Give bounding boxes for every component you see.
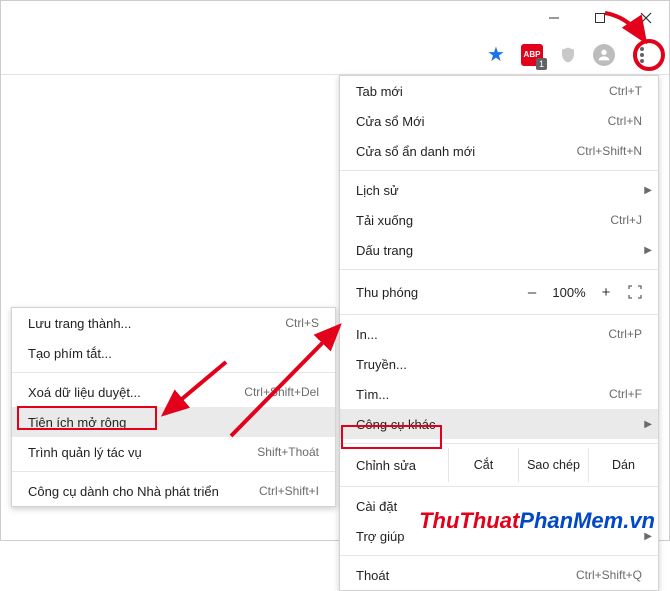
submenu-save-page[interactable]: Lưu trang thành... Ctrl+S xyxy=(12,308,335,338)
label: Cài đặt xyxy=(356,499,397,514)
label: Lịch sử xyxy=(356,183,399,198)
submenu-task-manager[interactable]: Trình quản lý tác vụ Shift+Thoát xyxy=(12,437,335,467)
label: Xoá dữ liệu duyệt... xyxy=(28,385,141,400)
label: In... xyxy=(356,327,378,342)
menu-downloads[interactable]: Tải xuống Ctrl+J xyxy=(340,205,658,235)
separator xyxy=(12,471,335,472)
close-button[interactable] xyxy=(623,1,669,35)
shortcut: Ctrl+S xyxy=(285,316,319,330)
privacy-shield-icon[interactable] xyxy=(557,44,579,66)
separator xyxy=(12,372,335,373)
paste-button[interactable]: Dán xyxy=(588,448,658,482)
zoom-label: Thu phóng xyxy=(356,285,518,300)
shortcut: Ctrl+N xyxy=(608,114,642,128)
menu-more-tools[interactable]: Công cụ khác ▶ xyxy=(340,409,658,439)
label: Tìm... xyxy=(356,387,389,402)
menu-edit-row: Chỉnh sửa Cắt Sao chép Dán xyxy=(340,448,658,482)
zoom-value: 100% xyxy=(546,285,592,300)
zoom-in-button[interactable]: + xyxy=(592,284,620,301)
shortcut: Ctrl+J xyxy=(610,213,642,227)
label: Tiện ích mở rộng xyxy=(28,415,126,430)
watermark-part1: ThuThuat xyxy=(419,508,519,533)
copy-button[interactable]: Sao chép xyxy=(518,448,588,482)
menu-new-window[interactable]: Cửa sổ Mới Ctrl+N xyxy=(340,106,658,136)
shortcut: Ctrl+Shift+N xyxy=(577,144,642,158)
fullscreen-icon[interactable] xyxy=(620,285,650,299)
menu-exit[interactable]: Thoát Ctrl+Shift+Q xyxy=(340,560,658,590)
separator xyxy=(340,555,658,556)
bookmark-star-icon[interactable]: ★ xyxy=(485,44,507,66)
submenu-extensions[interactable]: Tiện ích mở rộng xyxy=(12,407,335,437)
menu-bookmarks[interactable]: Dấu trang ▶ xyxy=(340,235,658,265)
window-titlebar xyxy=(1,1,669,35)
minimize-button[interactable] xyxy=(531,1,577,35)
cut-button[interactable]: Cắt xyxy=(448,448,518,482)
abp-extension-icon[interactable]: ABP 1 xyxy=(521,44,543,66)
label: Trình quản lý tác vụ xyxy=(28,445,142,460)
chevron-right-icon: ▶ xyxy=(644,185,652,196)
separator xyxy=(340,443,658,444)
shortcut: Ctrl+P xyxy=(608,327,642,341)
more-tools-submenu: Lưu trang thành... Ctrl+S Tạo phím tắt..… xyxy=(11,307,336,507)
label: Trợ giúp xyxy=(356,529,405,544)
label: Cửa sổ Mới xyxy=(356,114,425,129)
menu-history[interactable]: Lịch sử ▶ xyxy=(340,175,658,205)
label: Truyền... xyxy=(356,357,407,372)
menu-cast[interactable]: Truyền... xyxy=(340,349,658,379)
separator xyxy=(340,314,658,315)
kebab-menu-button[interactable] xyxy=(629,42,655,68)
label: Tab mới xyxy=(356,84,403,99)
chevron-right-icon: ▶ xyxy=(644,419,652,430)
shortcut: Ctrl+Shift+I xyxy=(259,484,319,498)
submenu-dev-tools[interactable]: Công cụ dành cho Nhà phát triển Ctrl+Shi… xyxy=(12,476,335,506)
label: Thoát xyxy=(356,568,389,583)
label: Cửa sổ ẩn danh mới xyxy=(356,144,475,159)
maximize-button[interactable] xyxy=(577,1,623,35)
abp-badge: 1 xyxy=(536,58,547,70)
chevron-right-icon: ▶ xyxy=(644,245,652,256)
shortcut: Shift+Thoát xyxy=(257,445,319,459)
profile-avatar-icon[interactable] xyxy=(593,44,615,66)
label: Lưu trang thành... xyxy=(28,316,131,331)
label: Dấu trang xyxy=(356,243,413,258)
menu-incognito[interactable]: Cửa sổ ẩn danh mới Ctrl+Shift+N xyxy=(340,136,658,166)
separator xyxy=(340,269,658,270)
submenu-create-shortcut[interactable]: Tạo phím tắt... xyxy=(12,338,335,368)
menu-print[interactable]: In... Ctrl+P xyxy=(340,319,658,349)
label: Tạo phím tắt... xyxy=(28,346,112,361)
browser-toolbar: ★ ABP 1 xyxy=(1,35,669,75)
submenu-clear-data[interactable]: Xoá dữ liệu duyệt... Ctrl+Shift+Del xyxy=(12,377,335,407)
label: Tải xuống xyxy=(356,213,413,228)
label: Công cụ khác xyxy=(356,417,436,432)
shortcut: Ctrl+T xyxy=(609,84,642,98)
menu-find[interactable]: Tìm... Ctrl+F xyxy=(340,379,658,409)
watermark-part2: PhanMem.vn xyxy=(519,508,655,533)
menu-zoom-row: Thu phóng – 100% + xyxy=(340,274,658,310)
edit-label: Chỉnh sửa xyxy=(340,458,448,473)
zoom-out-button[interactable]: – xyxy=(518,284,546,301)
shortcut: Ctrl+Shift+Del xyxy=(244,385,319,399)
separator xyxy=(340,486,658,487)
shortcut: Ctrl+F xyxy=(609,387,642,401)
separator xyxy=(340,170,658,171)
shortcut: Ctrl+Shift+Q xyxy=(576,568,642,582)
watermark: ThuThuatPhanMem.vn xyxy=(419,508,655,534)
menu-new-tab[interactable]: Tab mới Ctrl+T xyxy=(340,76,658,106)
label: Công cụ dành cho Nhà phát triển xyxy=(28,484,219,499)
